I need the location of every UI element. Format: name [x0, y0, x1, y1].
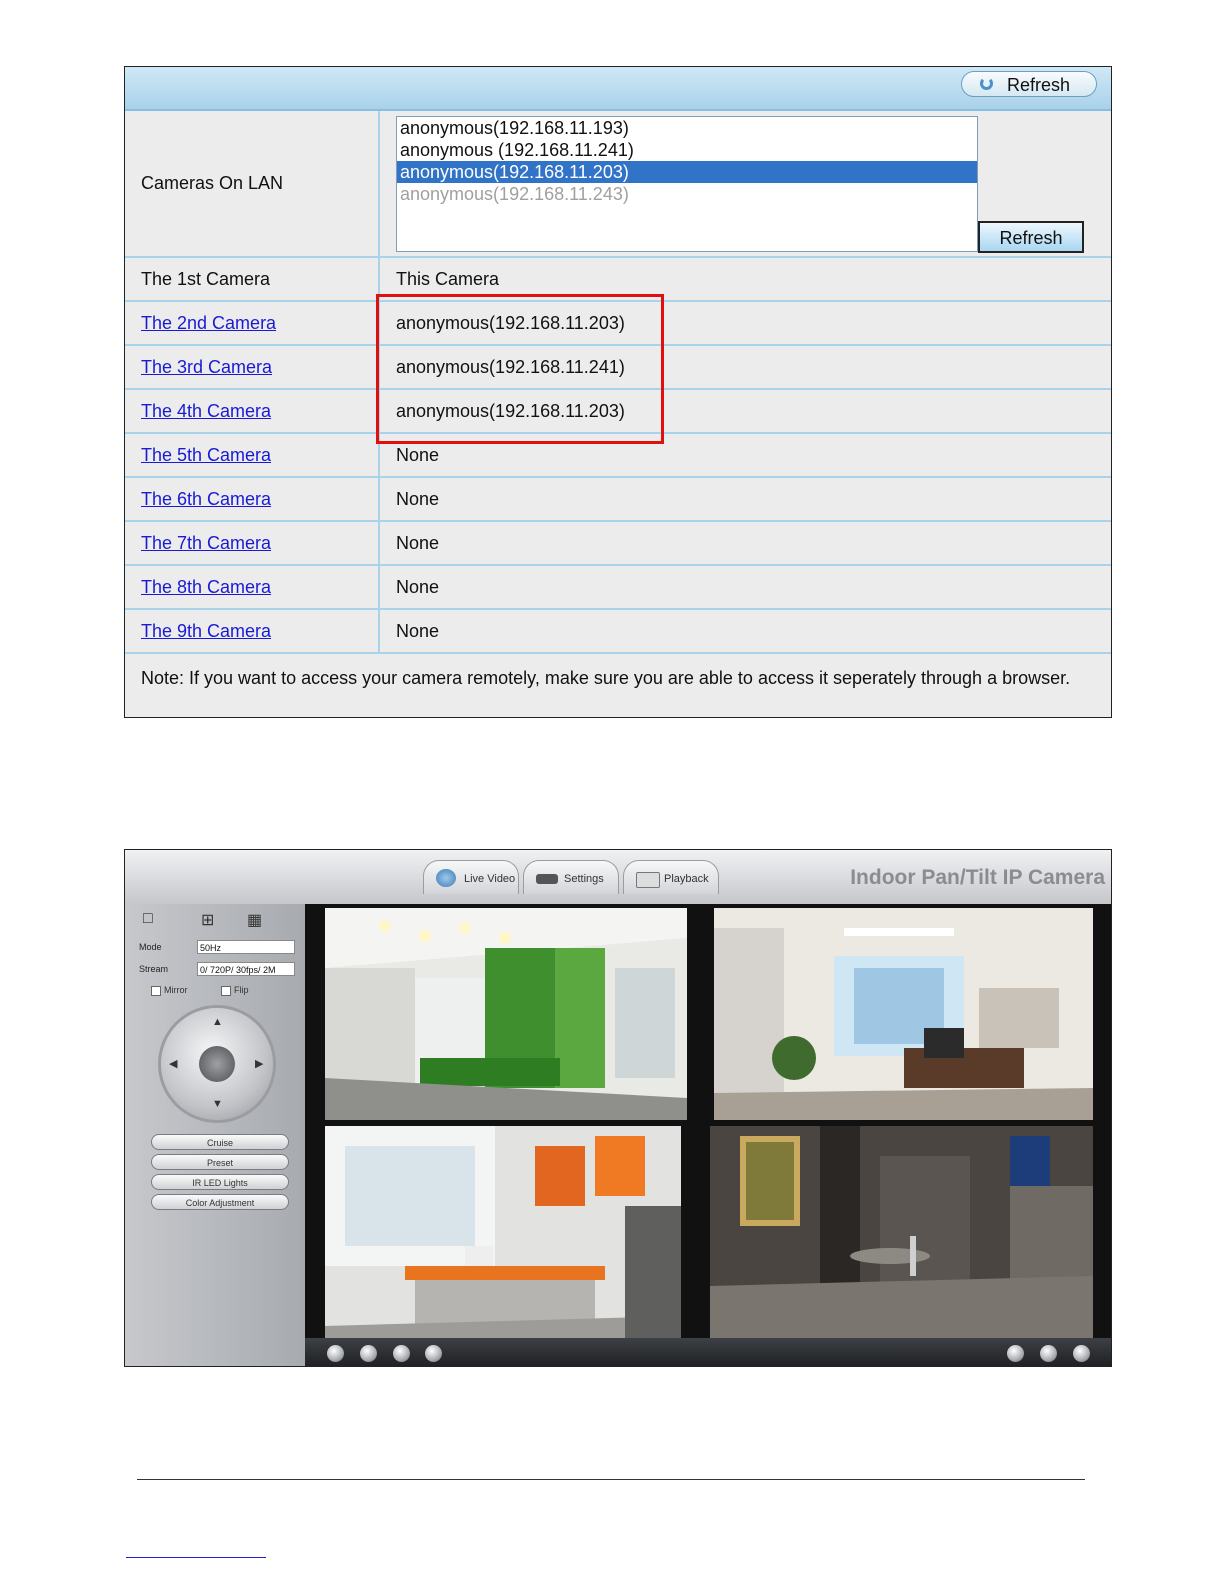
video-view-3[interactable] [325, 1126, 681, 1338]
lan-refresh-button[interactable]: Refresh [978, 221, 1084, 253]
camera-8-value: None [379, 565, 1111, 610]
flip-checkbox[interactable]: Flip [221, 985, 249, 996]
control-sidebar: □ ⊞ ▦ Mode 50Hz Stream 0/ 720P/ 30fps/ 2… [125, 904, 305, 1366]
camera-7-link[interactable]: The 7th Camera [141, 533, 271, 553]
camera-6-link[interactable]: The 6th Camera [141, 489, 271, 509]
camera-row: The 6th Camera None [125, 477, 1111, 522]
camera-2-link[interactable]: The 2nd Camera [141, 313, 276, 333]
cameras-on-lan-label: Cameras On LAN [125, 111, 380, 258]
camera-row: The 8th Camera None [125, 565, 1111, 610]
tab-playback-label: Playback [664, 873, 709, 885]
ptz-center-icon[interactable] [199, 1046, 235, 1082]
lan-camera-option-selected[interactable]: anonymous(192.168.11.203) [397, 161, 977, 183]
pan-right-icon[interactable]: ▶ [255, 1057, 263, 1070]
camera-web-ui: Live Video Settings Playback Indoor Pan/… [124, 849, 1112, 1367]
panel-toolbar: Refresh [125, 67, 1111, 111]
camera-row: The 7th Camera None [125, 521, 1111, 566]
audio-icon[interactable] [425, 1345, 442, 1362]
tab-settings-label: Settings [564, 873, 604, 885]
camera-6-value: None [379, 477, 1111, 522]
highlight-box [376, 294, 664, 444]
camera-4-link[interactable]: The 4th Camera [141, 401, 271, 421]
stream-select[interactable]: 0/ 720P/ 30fps/ 2M [197, 962, 295, 976]
preset-button[interactable]: Preset [151, 1154, 289, 1170]
remote-access-note: Note: If you want to access your camera … [141, 668, 1071, 688]
hallway-view [710, 1126, 1093, 1338]
lan-camera-option[interactable]: anonymous (192.168.11.241) [397, 139, 977, 161]
refresh-button-label: Refresh [1006, 75, 1070, 95]
mirror-label: Mirror [164, 985, 188, 995]
camera-icon [436, 869, 456, 887]
mirror-checkbox[interactable]: Mirror [151, 985, 188, 996]
video-grid [305, 904, 1111, 1338]
snapshot-icon[interactable] [1007, 1345, 1024, 1362]
refresh-button[interactable]: Refresh [961, 71, 1097, 97]
video-view-4[interactable] [710, 1126, 1093, 1338]
refresh-icon [980, 77, 993, 90]
wrench-icon [536, 874, 558, 884]
camera-9-link[interactable]: The 9th Camera [141, 621, 271, 641]
film-icon [636, 872, 660, 888]
camera-9-value: None [379, 609, 1111, 654]
lan-camera-option[interactable]: anonymous(192.168.11.243) [397, 183, 977, 205]
lobby-view [325, 908, 687, 1120]
ir-led-lights-button[interactable]: IR LED Lights [151, 1174, 289, 1190]
layout-1-icon[interactable]: □ [143, 910, 153, 928]
video-toolbar [305, 1338, 1111, 1366]
stream-label: Stream [139, 964, 169, 974]
mode-select[interactable]: 50Hz [197, 940, 295, 954]
stop-icon[interactable] [360, 1345, 377, 1362]
camera-5-link[interactable]: The 5th Camera [141, 445, 271, 465]
cameras-on-lan-list[interactable]: anonymous(192.168.11.193) anonymous (192… [396, 116, 978, 252]
note-row: Note: If you want to access your camera … [125, 653, 1111, 703]
camera-row: The 9th Camera None [125, 609, 1111, 654]
color-adjustment-button[interactable]: Color Adjustment [151, 1194, 289, 1210]
office-view [714, 908, 1093, 1120]
footer-link-underline [126, 1557, 266, 1558]
mode-label: Mode [139, 942, 162, 952]
lan-camera-option[interactable]: anonymous(192.168.11.193) [397, 117, 977, 139]
tab-playback[interactable]: Playback [623, 860, 719, 894]
workspace-view [325, 1126, 681, 1338]
pan-down-icon[interactable]: ▼ [212, 1098, 223, 1110]
record-icon[interactable] [1040, 1345, 1057, 1362]
cruise-button[interactable]: Cruise [151, 1134, 289, 1150]
ptz-control-pad[interactable]: ▲ ▼ ◀ ▶ [161, 1008, 273, 1120]
layout-9-icon[interactable]: ▦ [247, 910, 262, 930]
flip-label: Flip [234, 985, 249, 995]
talk-icon[interactable] [393, 1345, 410, 1362]
camera-1-label: The 1st Camera [125, 257, 380, 302]
tab-settings[interactable]: Settings [523, 860, 619, 894]
play-icon[interactable] [327, 1345, 344, 1362]
camera-7-value: None [379, 521, 1111, 566]
camera-3-link[interactable]: The 3rd Camera [141, 357, 272, 377]
layout-4-icon[interactable]: ⊞ [201, 910, 214, 930]
app-header: Live Video Settings Playback Indoor Pan/… [125, 850, 1111, 904]
page-divider [137, 1479, 1085, 1480]
tab-live-video[interactable]: Live Video [423, 860, 519, 894]
fullscreen-icon[interactable] [1073, 1345, 1090, 1362]
pan-left-icon[interactable]: ◀ [169, 1057, 177, 1070]
tab-live-video-label: Live Video [464, 873, 516, 885]
video-view-2[interactable] [714, 908, 1093, 1120]
app-title: Indoor Pan/Tilt IP Camera [850, 866, 1105, 889]
video-view-1[interactable] [325, 908, 687, 1120]
pan-up-icon[interactable]: ▲ [212, 1016, 223, 1028]
camera-8-link[interactable]: The 8th Camera [141, 577, 271, 597]
